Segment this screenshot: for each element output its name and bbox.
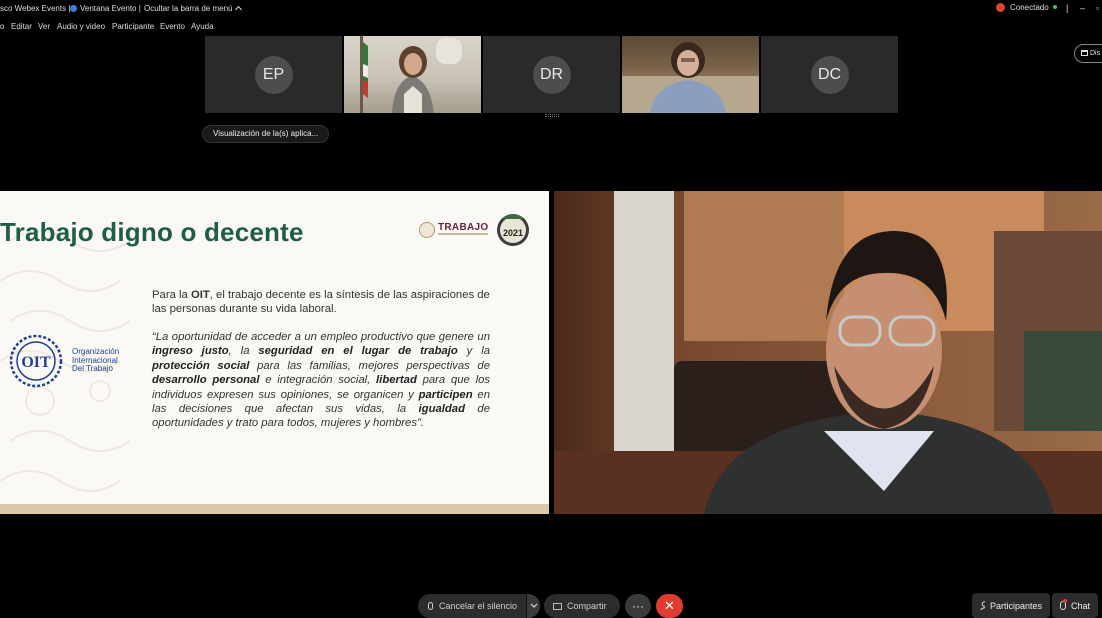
speaker-video-frame <box>554 191 1102 514</box>
quote-text: “La oportunidad de acceder a un empleo p… <box>152 331 490 343</box>
more-icon: ··· <box>632 599 644 613</box>
participant-tile[interactable]: EP <box>205 36 342 113</box>
quote-emphasis: protección social <box>152 359 250 372</box>
microphone-icon <box>428 602 433 610</box>
share-screen-icon <box>553 602 562 610</box>
avatar: DC <box>810 55 849 94</box>
participant-tile[interactable]: DR <box>483 36 620 113</box>
chevron-down-icon <box>530 603 538 608</box>
menu-event[interactable]: Evento <box>160 22 185 31</box>
unmute-button[interactable]: Cancelar el silencio <box>418 594 540 618</box>
menu-participant[interactable]: Participante <box>112 22 154 31</box>
quote-text: para las familias, mejores perspectivas … <box>249 359 490 372</box>
menu-help[interactable]: Ayuda <box>191 22 214 31</box>
resize-handle[interactable] <box>545 114 559 117</box>
avatar: EP <box>254 55 293 94</box>
hide-menu-toggle[interactable]: Ocultar la barra de menú <box>144 4 242 14</box>
chat-panel-button[interactable]: Chat <box>1052 593 1098 618</box>
participant-video <box>622 42 759 113</box>
quote-emphasis: seguridad en el lugar de trabajo <box>258 345 458 358</box>
quote-emphasis: igualdad <box>418 403 465 416</box>
year-badge: 2021 <box>497 214 529 246</box>
participant-video-tile[interactable] <box>622 36 759 113</box>
trabajo-logo: TRABAJO <box>419 221 491 239</box>
status-dot-icon <box>1052 5 1057 9</box>
quote-text: y la <box>457 345 490 358</box>
menu-file[interactable]: o <box>0 22 4 31</box>
oit-abbrev-text: OIT <box>21 354 51 371</box>
quote-text: e integración social, <box>259 374 377 387</box>
record-icon <box>996 3 1005 12</box>
participant-tile[interactable]: DC <box>761 36 898 113</box>
connection-status: Conectado <box>996 3 1057 12</box>
calendar-icon <box>1081 50 1088 56</box>
quote-emphasis: ingreso justo <box>152 345 229 358</box>
chevron-up-icon <box>234 5 242 14</box>
app-title: sco Webex Events | <box>0 4 71 13</box>
more-options-button[interactable]: ··· <box>625 594 651 618</box>
quote-emphasis: libertad <box>376 374 417 387</box>
separator-icon: | <box>1066 3 1069 13</box>
window-tab[interactable]: Ventana Evento | <box>70 4 141 13</box>
maximize-icon[interactable]: ▫ <box>1096 3 1099 13</box>
chat-bubble-icon <box>1060 599 1067 610</box>
quote-text: , la <box>228 345 259 358</box>
share-button[interactable]: Compartir <box>544 594 620 618</box>
minimize-icon[interactable]: – <box>1080 3 1085 13</box>
oit-logo: OIT Organización Internacional Del Traba… <box>0 333 125 389</box>
oit-name: Organización Internacional Del Trabajo <box>72 347 120 373</box>
badge-year-text: 2021 <box>503 228 523 238</box>
participant-video <box>360 36 462 113</box>
active-speaker-video[interactable] <box>554 191 1102 514</box>
menu-edit[interactable]: Editar <box>11 22 32 31</box>
menu-view[interactable]: Ver <box>38 22 50 31</box>
notification-dot <box>1062 599 1067 603</box>
avatar: DR <box>532 55 571 94</box>
webex-event-window: sco Webex Events | Ventana Evento | Ocul… <box>0 0 1102 618</box>
globe-icon <box>70 5 77 12</box>
slide-footer-band <box>0 504 549 514</box>
slide-title: Trabajo digno o decente <box>0 217 304 247</box>
participant-video-tile[interactable] <box>344 36 481 113</box>
layout-button[interactable]: Dis <box>1074 44 1102 63</box>
coat-of-arms-icon <box>419 222 435 238</box>
leave-button[interactable]: ✕ <box>656 594 683 618</box>
oit-quote: “La oportunidad de acceder a un empleo p… <box>152 330 490 431</box>
menu-audio-video[interactable]: Audio y video <box>57 22 105 31</box>
person-icon <box>980 601 985 610</box>
mute-options-dropdown[interactable] <box>526 594 540 618</box>
quote-emphasis: participen <box>418 388 473 401</box>
oit-definition: Para la OIT, el trabajo decente es la sí… <box>152 289 490 315</box>
app-visualization-button[interactable]: Visualización de la(s) aplica... <box>202 125 330 143</box>
quote-emphasis: desarrollo personal <box>152 374 260 387</box>
shared-slide: Trabajo digno o decente TRABAJO 2021 Par… <box>0 191 549 514</box>
title-bar: sco Webex Events | Ventana Evento | Ocul… <box>0 0 1102 18</box>
oit-emblem-icon: OIT <box>9 334 63 388</box>
participants-panel-button[interactable]: Participantes <box>972 593 1050 618</box>
close-icon: ✕ <box>664 598 675 613</box>
